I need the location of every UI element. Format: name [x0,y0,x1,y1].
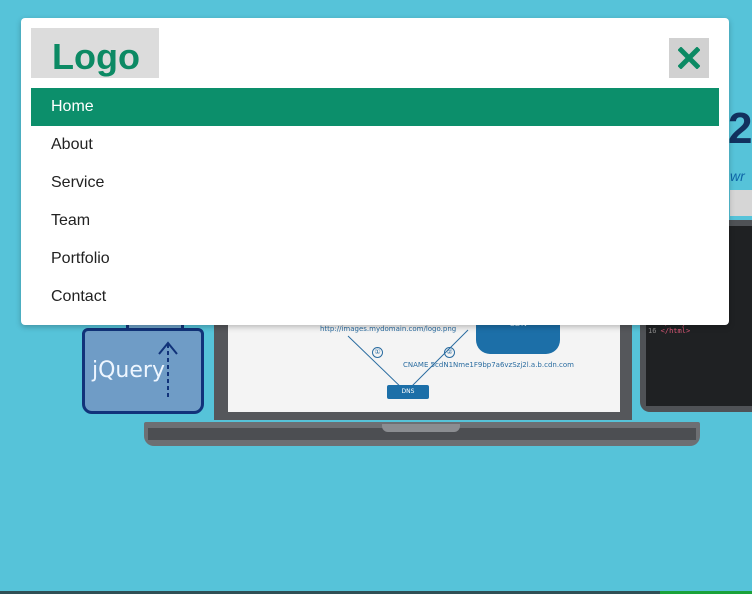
nav-item-service[interactable]: Service [31,164,719,202]
nav-item-team[interactable]: Team [31,202,719,240]
diagram-step-1: ① [372,347,383,358]
diagram-url-text: http://images.mydomain.com/logo.png [320,325,457,333]
brand-heading-partial: 2 [728,104,752,153]
diagram-step-2: ② [444,347,455,358]
code-line-text: </html> [660,327,691,336]
folder-label: jQuery [92,358,165,383]
nav-menu-overlay: Logo Home About Service Team Portfolio C… [21,18,729,325]
close-menu-button[interactable] [669,38,709,78]
nav-item-home[interactable]: Home [31,88,719,126]
upload-arrow-icon [158,341,178,400]
nav-item-about[interactable]: About [31,126,719,164]
code-line: 16 </html> [648,327,728,336]
close-icon [678,47,700,69]
nav-menu-list: Home About Service Team Portfolio Contac… [31,88,719,316]
nav-item-contact[interactable]: Contact [31,278,719,316]
nav-item-portfolio[interactable]: Portfolio [31,240,719,278]
logo[interactable]: Logo [31,28,159,78]
diagram-cname-text: CNAME 5cdN1Nme1F9bp7a6vzSzj2l.a.b.cdn.co… [403,361,575,369]
gray-strip [730,190,752,216]
diagram-dns-box: DNS [387,385,429,399]
brand-subheading-partial: wr [730,168,745,184]
code-line-number: 16 [648,327,661,336]
laptop-notch [382,424,460,432]
